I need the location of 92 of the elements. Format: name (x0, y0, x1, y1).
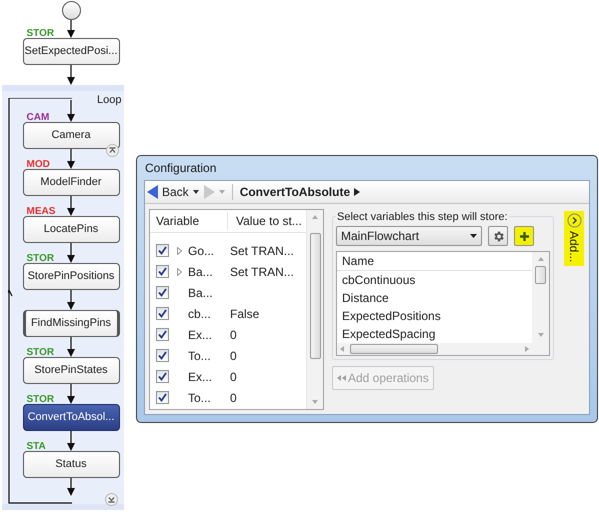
loop-label: Loop (97, 95, 122, 106)
flow-step[interactable]: FindMissingPins (22, 310, 120, 337)
column-header[interactable]: Variable (150, 212, 228, 230)
scroll-down-icon[interactable] (538, 333, 544, 337)
connector-arrow (66, 20, 76, 38)
back-arrow-icon (147, 185, 159, 199)
checkbox[interactable] (156, 307, 168, 320)
caret-icon[interactable] (354, 188, 360, 196)
table-cell: Ex... (188, 328, 212, 342)
column-header[interactable]: Name (337, 252, 532, 271)
scrollbar-thumb[interactable] (535, 266, 546, 284)
collapse-icon[interactable] (106, 144, 118, 157)
table-cell: Ba... (188, 264, 213, 278)
settings-button[interactable] (488, 226, 508, 246)
step-tag: MEAS (26, 207, 56, 217)
flow-step[interactable]: SetExpectedPosi... (22, 38, 120, 65)
group-label: Select variables this step will store: (336, 209, 509, 226)
start-node (62, 1, 80, 20)
list-item[interactable]: cbContinuous (337, 271, 532, 289)
checkbox[interactable] (156, 286, 168, 299)
scroll-down-icon[interactable] (312, 400, 318, 404)
checkbox[interactable] (156, 244, 168, 257)
scroll-up-icon[interactable] (312, 215, 318, 219)
table-cell-text: 0 (230, 348, 237, 364)
connector-arrow (66, 431, 76, 451)
flow-step[interactable]: StorePinPositions (22, 263, 120, 290)
table-cell-text: 0 (230, 368, 237, 386)
expand-icon[interactable] (566, 213, 582, 228)
connector-arrow (66, 478, 76, 496)
list-item[interactable]: ExpectedSpacing (337, 325, 532, 343)
plus-icon (518, 230, 530, 242)
table-cell-text: 0 (230, 390, 237, 406)
flow-step[interactable]: ModelFinder (22, 169, 120, 196)
flow-step[interactable]: LocatePins (22, 216, 120, 243)
checkbox[interactable] (156, 370, 168, 383)
column-header[interactable]: Value to st... (228, 212, 302, 230)
step-tag: MOD (26, 160, 51, 170)
checkbox[interactable] (156, 328, 168, 341)
flow-step[interactable]: Camera (22, 122, 120, 149)
window-title: Configuration (144, 160, 218, 177)
scrollbar-thumb[interactable] (310, 233, 320, 359)
step-tag: STOR (26, 395, 56, 405)
connector-arrow (66, 196, 76, 216)
scroll-left-icon[interactable] (340, 346, 344, 352)
double-arrow-icon (337, 375, 346, 381)
list-item[interactable]: Distance (337, 289, 532, 307)
connector-arrow (66, 100, 76, 122)
side-panel-tab[interactable]: Add... (564, 211, 584, 266)
expand-icon[interactable] (104, 493, 118, 506)
checkbox[interactable] (156, 265, 168, 278)
expand-arrow-icon[interactable] (177, 268, 182, 276)
scroll-right-icon[interactable] (525, 346, 529, 352)
horizontal-scrollbar[interactable] (337, 343, 532, 355)
scrollbar[interactable] (306, 210, 323, 409)
connector-arrow (66, 337, 76, 357)
table-cell: cb... (188, 306, 211, 320)
list-item[interactable]: ExpectedPositions (337, 307, 532, 325)
flow-step[interactable]: ConvertToAbsol... (22, 404, 120, 431)
connector-arrow (66, 290, 76, 310)
breadcrumb[interactable]: ConvertToAbsolute (240, 183, 350, 201)
add-button[interactable] (514, 226, 534, 246)
table-cell: Go... (188, 244, 214, 258)
checkbox[interactable] (156, 391, 168, 404)
table-cell: Ba... (188, 286, 213, 300)
table-cell-text: 0 (230, 326, 237, 344)
connector-arrow (66, 65, 76, 85)
step-tag: STOR (26, 348, 56, 358)
connector-arrow (66, 384, 76, 404)
step-tag: STA (26, 442, 47, 452)
gear-icon (492, 230, 504, 242)
table-cell-text: Set TRAN... (230, 264, 294, 280)
scrollbar-thumb[interactable] (350, 344, 438, 354)
back-button[interactable]: Back (147, 183, 189, 201)
table-cell-text: Set TRAN... (230, 242, 294, 260)
expand-arrow-icon[interactable] (177, 246, 182, 254)
table-cell: To... (188, 390, 211, 404)
step-tag: STOR (26, 254, 56, 264)
dropdown-icon[interactable] (192, 190, 199, 194)
flow-step[interactable]: StorePinStates (22, 357, 120, 384)
table-cell: To... (188, 348, 211, 362)
step-tag: CAM (26, 113, 50, 123)
flowchart-dropdown[interactable]: MainFlowchart (336, 226, 482, 246)
dropdown-icon (470, 234, 477, 238)
step-tag: STOR (26, 29, 56, 39)
scroll-up-icon[interactable] (538, 257, 544, 261)
connector-arrow (66, 243, 76, 263)
checkbox[interactable] (156, 349, 168, 362)
connector-arrow (66, 149, 76, 169)
table-cell: Ex... (188, 370, 212, 384)
table-cell-text: False (230, 306, 260, 322)
scrollbar[interactable] (532, 252, 549, 355)
flow-step[interactable]: Status (22, 451, 120, 478)
